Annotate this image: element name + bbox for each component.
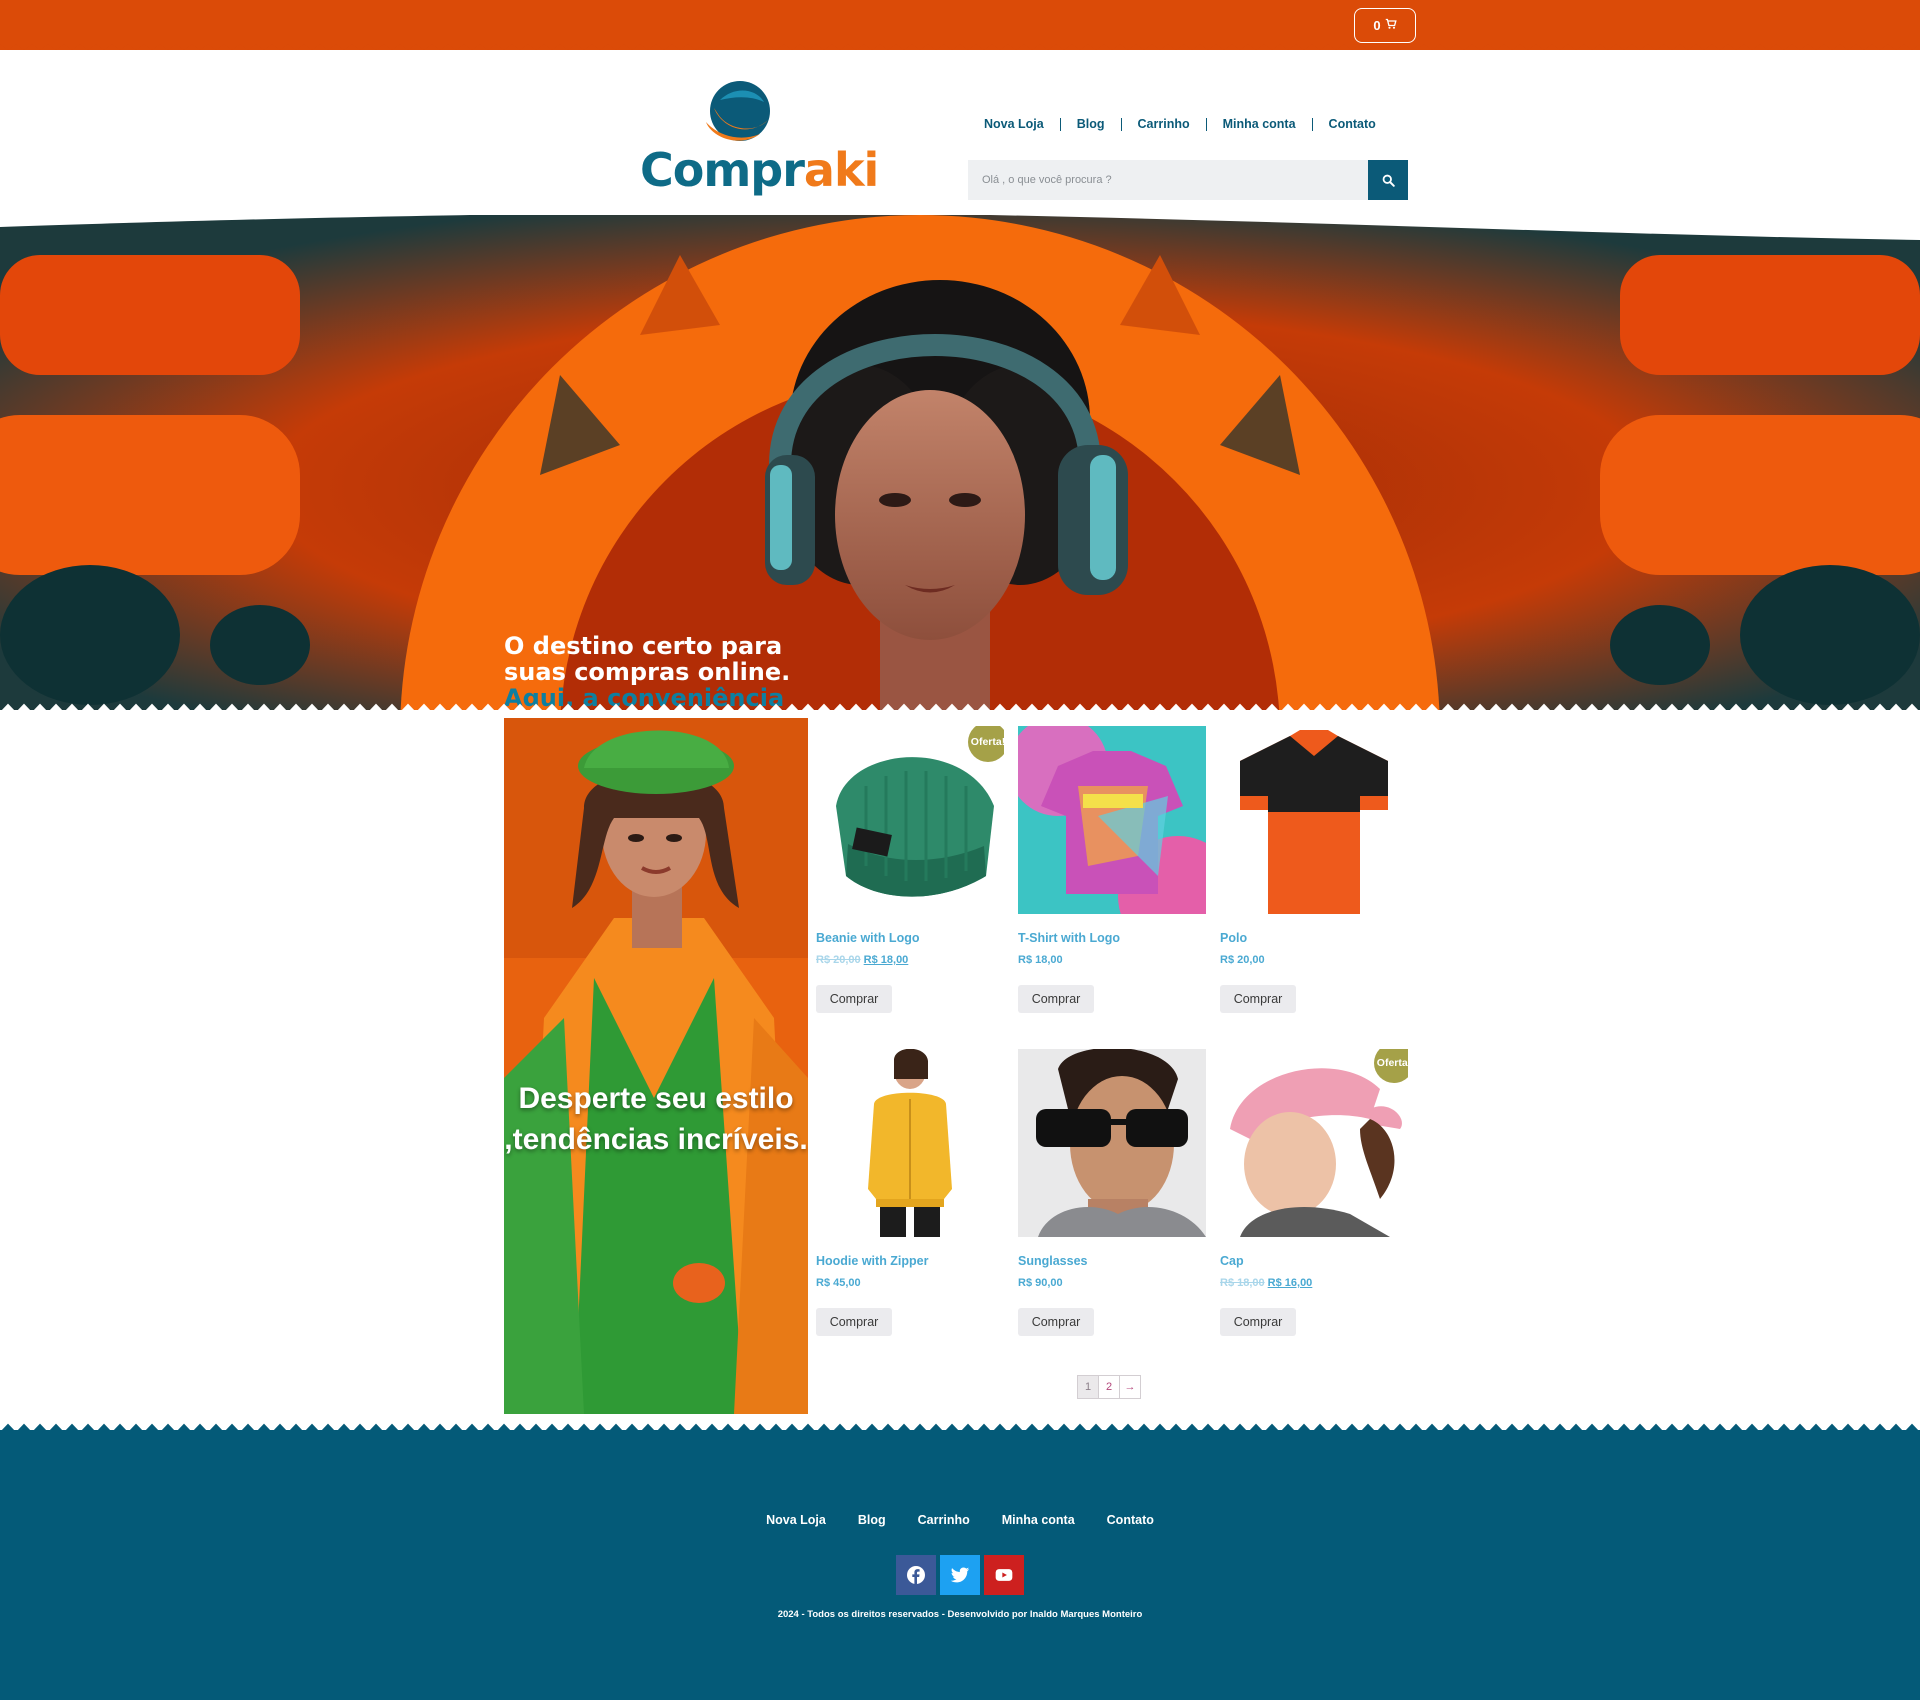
footer-nav-contato[interactable]: Contato <box>1107 1513 1154 1527</box>
footer-nav-nova-loja[interactable]: Nova Loja <box>766 1513 826 1527</box>
footer-nav-blog[interactable]: Blog <box>858 1513 886 1527</box>
footer-nav-carrinho[interactable]: Carrinho <box>918 1513 970 1527</box>
cart-icon <box>1385 18 1397 33</box>
cart-count: 0 <box>1373 18 1381 33</box>
site-logo[interactable]: Compraki <box>640 78 879 197</box>
hero-wave-edge <box>0 205 1920 240</box>
product-name[interactable]: Hoodie with Zipper <box>816 1254 1006 1268</box>
social-links <box>0 1555 1920 1595</box>
product-image[interactable] <box>1220 726 1408 914</box>
promo-text: Desperte seu estilo ,tendências incrívei… <box>504 1082 808 1156</box>
buy-button[interactable]: Comprar <box>1220 1308 1296 1336</box>
product-sale-price: R$ 45,00 <box>816 1277 861 1289</box>
copyright-text: 2024 - Todos os direitos reservados - De… <box>777 1609 1143 1620</box>
product-price: R$ 20,00 R$ 18,00 <box>816 954 1006 966</box>
buy-button[interactable]: Comprar <box>816 985 892 1013</box>
product-price: R$ 18,00 R$ 16,00 <box>1220 1277 1410 1289</box>
product-price: R$ 20,00 <box>1220 954 1410 966</box>
nav-item-minha-conta[interactable]: Minha conta <box>1205 118 1312 131</box>
page-2[interactable]: 2 <box>1098 1375 1120 1399</box>
product-card: Oferta! Cap R$ 18,00 R$ 16,00 Comprar <box>1220 1049 1410 1336</box>
promo-image <box>504 718 808 1414</box>
product-card: Polo R$ 20,00 Comprar <box>1220 726 1410 1013</box>
hero-image <box>0 215 1920 710</box>
pagination: 1 2 → <box>1077 1375 1141 1399</box>
page-1: 1 <box>1077 1375 1099 1399</box>
youtube-icon <box>995 1569 1013 1581</box>
product-sale-price: R$ 18,00 <box>1018 954 1063 966</box>
hero-headline-primary: O destino certo para suas compras online… <box>504 632 791 686</box>
youtube-button[interactable] <box>984 1555 1024 1595</box>
hero-banner: O destino certo para suas compras online… <box>0 215 1920 710</box>
facebook-icon <box>907 1566 925 1585</box>
product-card: Oferta! Beanie with Logo R$ 20,00 R$ 18,0… <box>816 726 1006 1013</box>
buy-button[interactable]: Comprar <box>1018 985 1094 1013</box>
top-bar: 0 <box>0 0 1920 50</box>
product-name[interactable]: Polo <box>1220 931 1410 945</box>
product-image[interactable] <box>816 1049 1004 1237</box>
sale-badge: Oferta! <box>968 726 1004 762</box>
product-old-price: R$ 18,00 <box>1220 1277 1265 1289</box>
product-price: R$ 45,00 <box>816 1277 1006 1289</box>
twitter-icon <box>950 1567 970 1583</box>
page: 0 Compraki Nova Loja Blog Carrinho Minha… <box>0 0 1920 1700</box>
product-card: T-Shirt with Logo R$ 18,00 Comprar <box>1018 726 1208 1013</box>
product-sale-price: R$ 18,00 <box>863 954 909 966</box>
buy-button[interactable]: Comprar <box>1018 1308 1094 1336</box>
cart-button[interactable]: 0 <box>1354 8 1416 43</box>
search-icon <box>1382 174 1395 187</box>
promo-banner[interactable]: Desperte seu estilo ,tendências incrívei… <box>504 718 808 1414</box>
product-name[interactable]: Cap <box>1220 1254 1410 1268</box>
main-nav: Nova Loja Blog Carrinho Minha conta Cont… <box>968 118 1392 131</box>
product-price: R$ 18,00 <box>1018 954 1208 966</box>
product-image[interactable]: Oferta! <box>1220 1049 1408 1237</box>
twitter-button[interactable] <box>940 1555 980 1595</box>
nav-item-nova-loja[interactable]: Nova Loja <box>968 118 1060 131</box>
product-image[interactable]: Oferta! <box>816 726 1004 914</box>
hero-headline: O destino certo para suas compras online… <box>504 633 824 710</box>
search-input[interactable] <box>968 160 1368 200</box>
product-price: R$ 90,00 <box>1018 1277 1208 1289</box>
footer-nav: Nova Loja Blog Carrinho Minha conta Cont… <box>0 1513 1920 1527</box>
search-bar <box>968 160 1408 200</box>
product-sale-price: R$ 20,00 <box>1220 954 1265 966</box>
hero-zigzag-edge <box>0 703 1920 712</box>
product-sale-price: R$ 90,00 <box>1018 1277 1063 1289</box>
logo-globe-icon <box>706 81 770 141</box>
product-name[interactable]: T-Shirt with Logo <box>1018 931 1208 945</box>
nav-item-contato[interactable]: Contato <box>1311 118 1392 131</box>
product-sale-price: R$ 16,00 <box>1267 1277 1313 1289</box>
nav-item-blog[interactable]: Blog <box>1059 118 1121 131</box>
next-page-arrow-icon[interactable]: → <box>1119 1375 1141 1399</box>
product-name[interactable]: Sunglasses <box>1018 1254 1208 1268</box>
top-bar-zigzag-edge <box>0 44 1920 50</box>
buy-button[interactable]: Comprar <box>1220 985 1296 1013</box>
product-card: Hoodie with Zipper R$ 45,00 Comprar <box>816 1049 1006 1336</box>
logo-wordmark: Compraki <box>640 143 879 197</box>
product-image[interactable] <box>1018 726 1206 914</box>
buy-button[interactable]: Comprar <box>816 1308 892 1336</box>
product-name[interactable]: Beanie with Logo <box>816 931 1006 945</box>
product-image[interactable] <box>1018 1049 1206 1237</box>
product-old-price: R$ 20,00 <box>816 954 861 966</box>
product-card: Sunglasses R$ 90,00 Comprar <box>1018 1049 1208 1336</box>
facebook-button[interactable] <box>896 1555 936 1595</box>
nav-item-carrinho[interactable]: Carrinho <box>1120 118 1206 131</box>
search-button[interactable] <box>1368 160 1408 200</box>
footer-nav-minha-conta[interactable]: Minha conta <box>1002 1513 1075 1527</box>
